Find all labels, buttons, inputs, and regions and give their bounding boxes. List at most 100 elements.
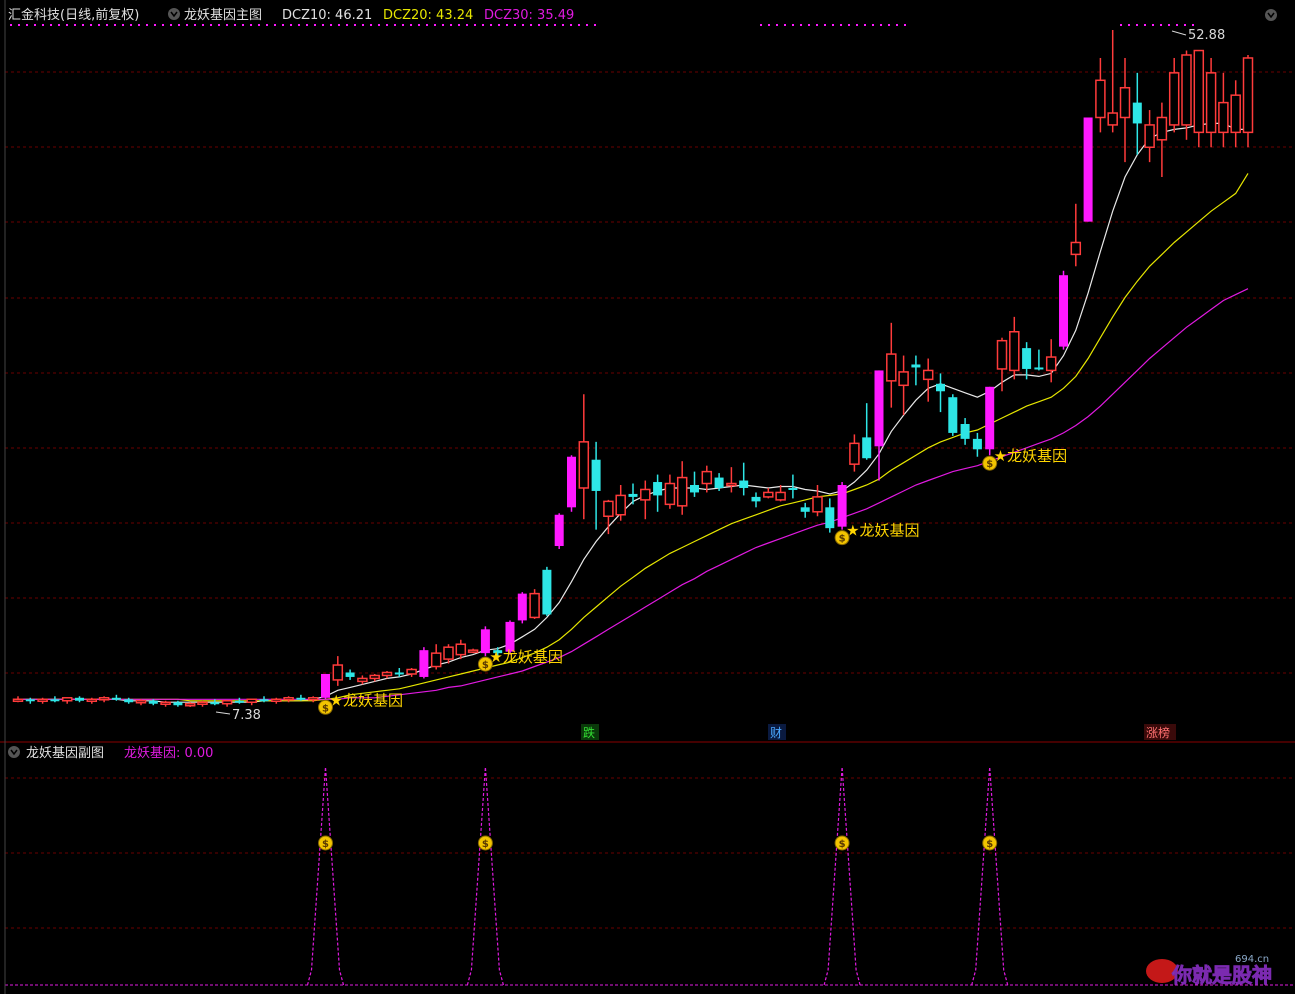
top-marker-dot	[490, 24, 492, 26]
candle-body	[714, 477, 724, 488]
stock-title: 汇金科技(日线,前复权)	[8, 7, 139, 23]
top-marker-dot	[154, 24, 156, 26]
candle-body	[554, 514, 564, 547]
top-marker-dot	[538, 24, 540, 26]
top-marker-dot	[514, 24, 516, 26]
candle-body	[812, 496, 823, 513]
top-marker-dot	[178, 24, 180, 26]
candle-body	[234, 700, 244, 703]
top-marker-dot	[194, 24, 196, 26]
top-marker-dot	[418, 24, 420, 26]
candle-body	[419, 650, 429, 677]
candle-body	[271, 698, 282, 703]
candle-body	[615, 494, 626, 516]
top-marker-dot	[34, 24, 36, 26]
candle-body	[567, 456, 576, 508]
candle-body	[690, 485, 699, 493]
money-bag-glyph: $	[482, 839, 489, 850]
top-marker-dot	[586, 24, 588, 26]
top-marker-dot	[170, 24, 172, 26]
top-marker-dot	[226, 24, 228, 26]
top-marker-dot	[1176, 24, 1178, 26]
candle-body	[1095, 79, 1106, 119]
sub-peak	[306, 766, 345, 986]
candle-body	[37, 698, 48, 703]
top-marker-dot	[58, 24, 60, 26]
candle-body	[111, 697, 121, 700]
top-marker-dot	[848, 24, 850, 26]
top-marker-dot	[1184, 24, 1186, 26]
top-marker-dot	[546, 24, 548, 26]
top-marker-dot	[42, 24, 44, 26]
candle-body	[394, 672, 404, 675]
top-marker-dot	[562, 24, 564, 26]
top-marker-dot	[458, 24, 460, 26]
top-marker-dot	[760, 24, 762, 26]
candles	[12, 30, 1254, 707]
candle-body	[25, 699, 35, 702]
candle-body	[98, 697, 110, 701]
dcz20-line	[18, 173, 1249, 702]
candle-body	[578, 441, 590, 489]
top-marker-dot	[186, 24, 188, 26]
top-marker-dot	[1192, 24, 1194, 26]
top-marker-dot	[258, 24, 260, 26]
candle-body	[369, 674, 380, 680]
candle-body	[726, 482, 737, 487]
candle-body	[148, 700, 158, 704]
low-arrow	[215, 711, 231, 715]
top-marker-dot	[74, 24, 76, 26]
event-tag-drop[interactable]: 跌	[583, 725, 595, 740]
candle-body	[800, 507, 810, 512]
top-marker-dot	[768, 24, 770, 26]
candle-body	[455, 643, 467, 656]
candle-body	[1045, 356, 1057, 372]
candle-body	[849, 442, 860, 465]
top-marker-dot	[594, 24, 596, 26]
candle-body	[972, 438, 982, 450]
candle-body	[1034, 367, 1044, 370]
candle-body	[184, 702, 196, 707]
sub-settings-icon[interactable]	[8, 746, 20, 758]
watermark-text: 你就是股神	[1171, 963, 1272, 987]
top-marker-dot	[506, 24, 508, 26]
candle-body	[1168, 72, 1180, 126]
candle-body	[1009, 330, 1020, 372]
top-marker-dot	[242, 24, 244, 26]
top-marker-dot	[1136, 24, 1138, 26]
top-marker-dot	[578, 24, 580, 26]
candle-body	[1107, 112, 1118, 126]
top-marker-dot	[26, 24, 28, 26]
indicator-settings-icon[interactable]	[168, 8, 180, 20]
top-marker-dot	[864, 24, 866, 26]
top-marker-dot	[856, 24, 858, 26]
candle-body	[1193, 49, 1205, 134]
money-bag-glyph: $	[986, 839, 993, 850]
top-marker-dot	[50, 24, 52, 26]
top-marker-dot	[322, 24, 324, 26]
top-marker-dot	[1144, 24, 1146, 26]
candle-body	[628, 493, 638, 497]
event-tag-limit-list[interactable]: 涨榜	[1146, 725, 1170, 740]
candle-body	[676, 476, 688, 507]
panel-menu-icon[interactable]	[1265, 9, 1277, 21]
candle-body	[406, 668, 417, 675]
top-marker-dot	[896, 24, 898, 26]
candle-body	[283, 697, 294, 701]
candle-body	[1022, 348, 1032, 369]
event-tag-finance[interactable]: 财	[770, 726, 782, 740]
dcz10-legend: DCZ10: 46.21	[282, 8, 372, 23]
candle-body	[1070, 241, 1082, 256]
candle-body	[701, 470, 713, 485]
candle-body	[862, 437, 872, 459]
top-marker-dot	[98, 24, 100, 26]
top-marker-dot	[840, 24, 842, 26]
candle-body	[529, 592, 540, 619]
top-marker-dot	[1160, 24, 1162, 26]
top-marker-dot	[210, 24, 212, 26]
candle-body	[296, 697, 306, 700]
top-marker-dot	[122, 24, 124, 26]
candle-body	[825, 507, 835, 529]
candle-body	[1230, 94, 1241, 134]
top-marker-dot	[386, 24, 388, 26]
